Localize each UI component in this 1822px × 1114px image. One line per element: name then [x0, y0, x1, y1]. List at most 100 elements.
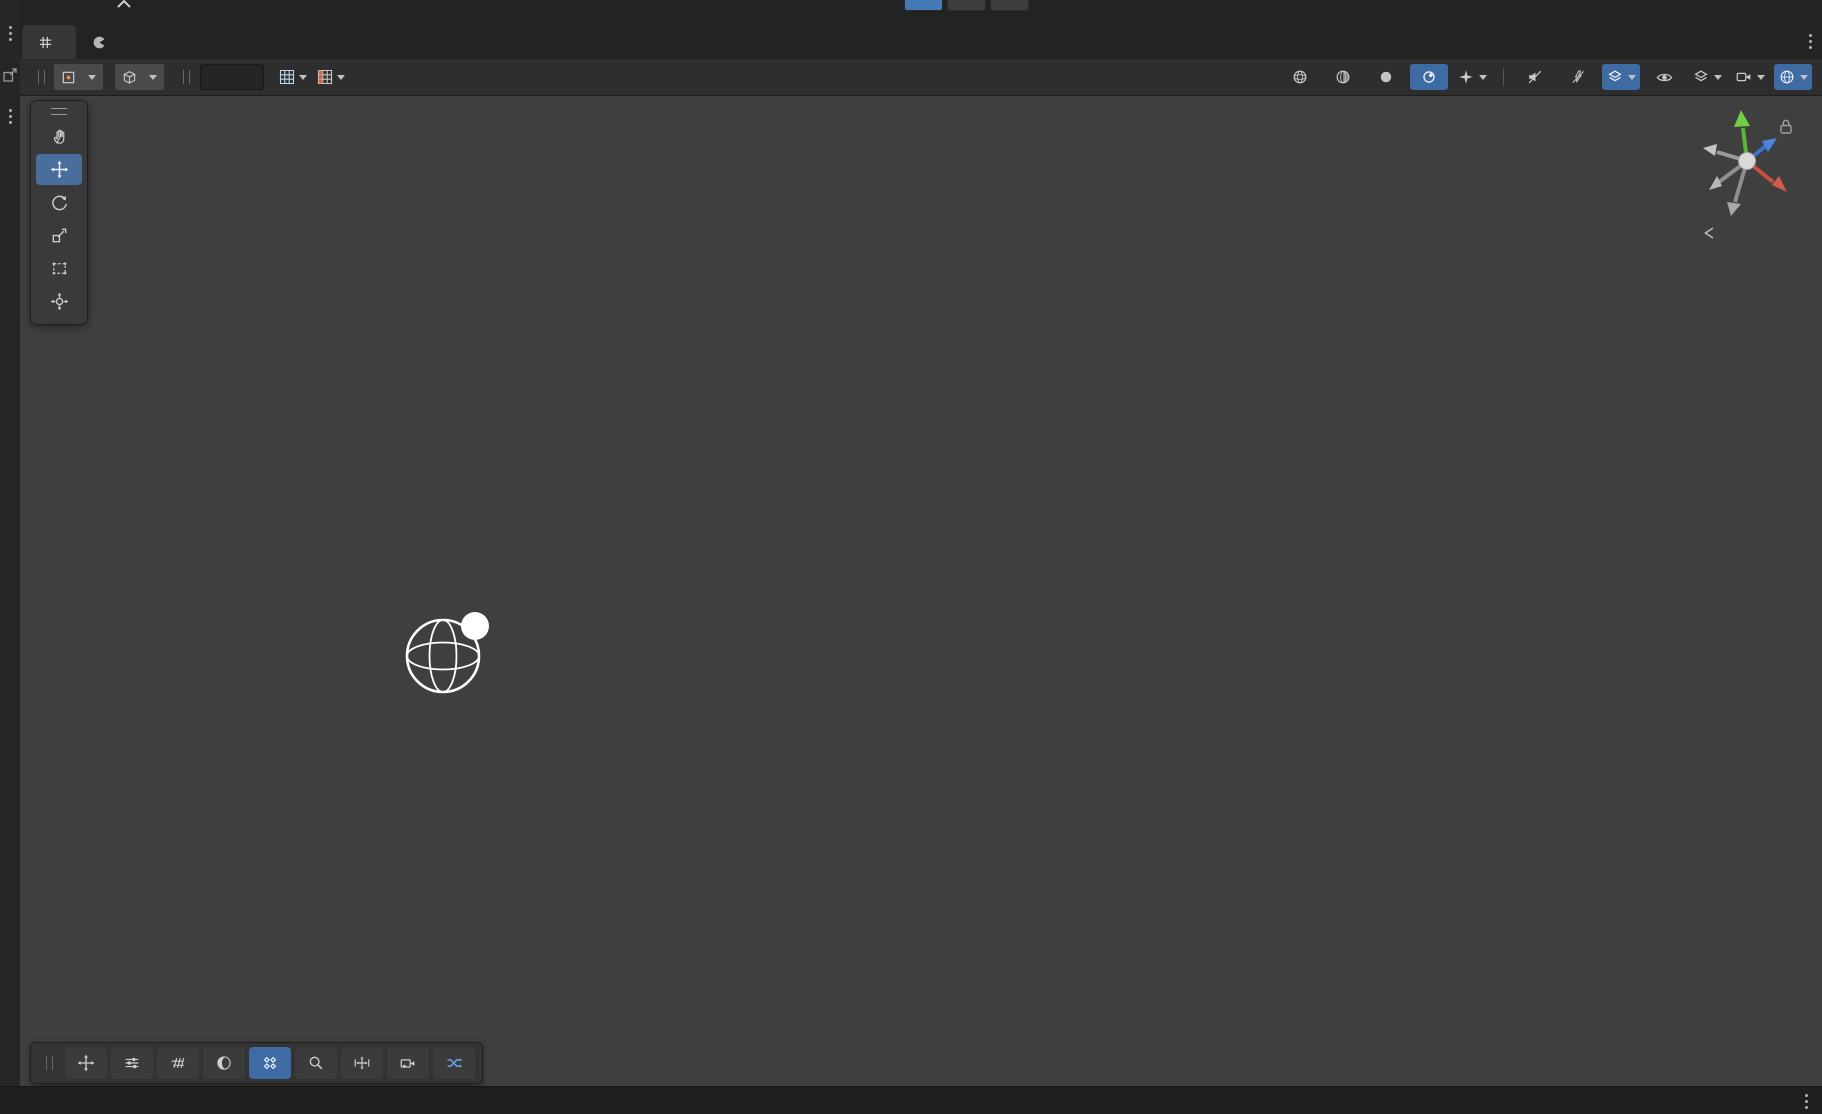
playmode-controls — [904, 0, 1029, 11]
play-button[interactable] — [904, 0, 943, 11]
overlay-visibility-button[interactable] — [1602, 64, 1640, 90]
rotate-icon — [50, 193, 69, 212]
grid-axis-button[interactable] — [312, 64, 350, 90]
scene-grid-icon — [38, 35, 53, 50]
snap-move-button[interactable] — [341, 1047, 383, 1079]
shading-mode-button[interactable] — [1281, 64, 1319, 90]
caret-down-icon — [1628, 75, 1636, 80]
sphere-view-button[interactable] — [203, 1047, 245, 1079]
snap-move-icon — [353, 1054, 371, 1072]
light-gizmo[interactable] — [407, 612, 489, 692]
kebab-menu-icon[interactable] — [1809, 34, 1812, 37]
rect-icon — [50, 259, 69, 278]
palette-grip[interactable] — [51, 108, 67, 115]
camera-view-button[interactable] — [1731, 64, 1769, 90]
camera-capture-button[interactable] — [387, 1047, 429, 1079]
camera-eye-icon — [399, 1054, 417, 1072]
game-pacman-icon — [92, 35, 107, 50]
pause-button[interactable] — [947, 0, 986, 11]
popout-window-icon[interactable] — [2, 67, 18, 83]
vfx-pause-button[interactable] — [1559, 64, 1597, 90]
tools-palette — [30, 100, 88, 325]
scene-view-toolbar — [20, 59, 1822, 96]
diamond-grid-icon — [261, 1054, 279, 1072]
shuffle-icon — [445, 1054, 463, 1072]
grid-snap-button[interactable] — [274, 64, 312, 90]
caret-down-icon — [88, 75, 96, 80]
kebab-menu-icon[interactable] — [9, 26, 12, 29]
status-strip — [0, 1086, 1822, 1114]
wire-sphere-icon — [1291, 68, 1309, 86]
tab-scene[interactable] — [22, 25, 76, 59]
caret-down-icon — [149, 75, 157, 80]
shuffle-button[interactable] — [433, 1047, 475, 1079]
lock-icon[interactable] — [1779, 118, 1793, 135]
audio-mute-button[interactable] — [1516, 64, 1554, 90]
pivot-center-icon — [61, 70, 76, 85]
voxel-grid-button[interactable] — [249, 1047, 291, 1079]
axis-gizmo-icon[interactable] — [1675, 100, 1822, 220]
tuning-sliders-button[interactable] — [111, 1047, 153, 1079]
caret-down-icon — [1714, 75, 1722, 80]
caret-down-icon — [1800, 75, 1808, 80]
scene-viewport[interactable] — [20, 96, 1822, 1086]
lighting-toggle-button[interactable] — [1324, 64, 1362, 90]
caret-down-icon — [299, 75, 307, 80]
step-button[interactable] — [990, 0, 1029, 11]
search-button[interactable] — [295, 1047, 337, 1079]
speaker-slash-icon — [1526, 68, 1544, 86]
toolbar-grip[interactable] — [183, 70, 190, 84]
sliders-icon — [123, 1054, 141, 1072]
rotate-tool-button[interactable] — [36, 187, 82, 218]
hatching-button[interactable] — [157, 1047, 199, 1079]
left-panel-strip — [0, 0, 20, 1112]
eye-icon — [1655, 68, 1674, 87]
globe-icon — [1778, 68, 1796, 86]
caret-down-icon — [337, 75, 345, 80]
kebab-menu-icon[interactable] — [9, 109, 12, 112]
hand-icon — [50, 127, 69, 146]
ring-circle-icon — [1420, 68, 1438, 86]
caret-down-icon — [1757, 75, 1765, 80]
scale-icon — [50, 226, 69, 245]
tab-game[interactable] — [76, 25, 130, 59]
scene-canvas[interactable] — [20, 96, 1822, 1086]
scale-tool-button[interactable] — [36, 220, 82, 251]
projection-toggle[interactable] — [1703, 226, 1723, 240]
orientation-gizmo[interactable] — [1675, 100, 1822, 260]
toolbar-separator — [1503, 68, 1504, 86]
transform-icon — [50, 292, 69, 311]
tab-bar — [20, 0, 1822, 59]
grid-size-field[interactable] — [200, 64, 264, 90]
post-processing-toggle-button[interactable] — [1410, 64, 1448, 90]
scene-toolbar-right-group — [1281, 64, 1812, 90]
move-tool-button[interactable] — [36, 154, 82, 185]
tool-handle-rotation-button[interactable] — [114, 63, 165, 91]
move-icon — [77, 1054, 95, 1072]
kebab-menu-icon[interactable] — [1805, 1094, 1808, 1097]
collapse-chevron-icon[interactable] — [116, 0, 132, 8]
filled-circle-icon — [1377, 68, 1395, 86]
pan-tool-button[interactable] — [65, 1047, 107, 1079]
gizmos-dropdown-button[interactable] — [1774, 64, 1812, 90]
scene-visibility-button[interactable] — [1645, 64, 1683, 90]
layers-icon — [1692, 68, 1710, 86]
toolbar-grip[interactable] — [38, 70, 45, 84]
grid-axis-icon — [317, 69, 333, 85]
transform-tool-button[interactable] — [36, 286, 82, 317]
unity-editor-window — [0, 0, 1822, 1114]
persp-icon — [1703, 226, 1716, 240]
effects-dropdown-button[interactable] — [1453, 64, 1491, 90]
layers-dropdown-button[interactable] — [1688, 64, 1726, 90]
rect-tool-button[interactable] — [36, 253, 82, 284]
bottom-tools-toolbar — [30, 1042, 483, 1084]
view-tabs — [22, 25, 130, 59]
fog-toggle-button[interactable] — [1367, 64, 1405, 90]
half-sphere-icon — [1334, 68, 1352, 86]
move-icon — [50, 160, 69, 179]
caret-down-icon — [1479, 75, 1487, 80]
camera-icon — [1735, 68, 1753, 86]
toolbar-grip[interactable] — [46, 1056, 53, 1070]
hand-tool-button[interactable] — [36, 121, 82, 152]
tool-handle-position-button[interactable] — [53, 63, 104, 91]
